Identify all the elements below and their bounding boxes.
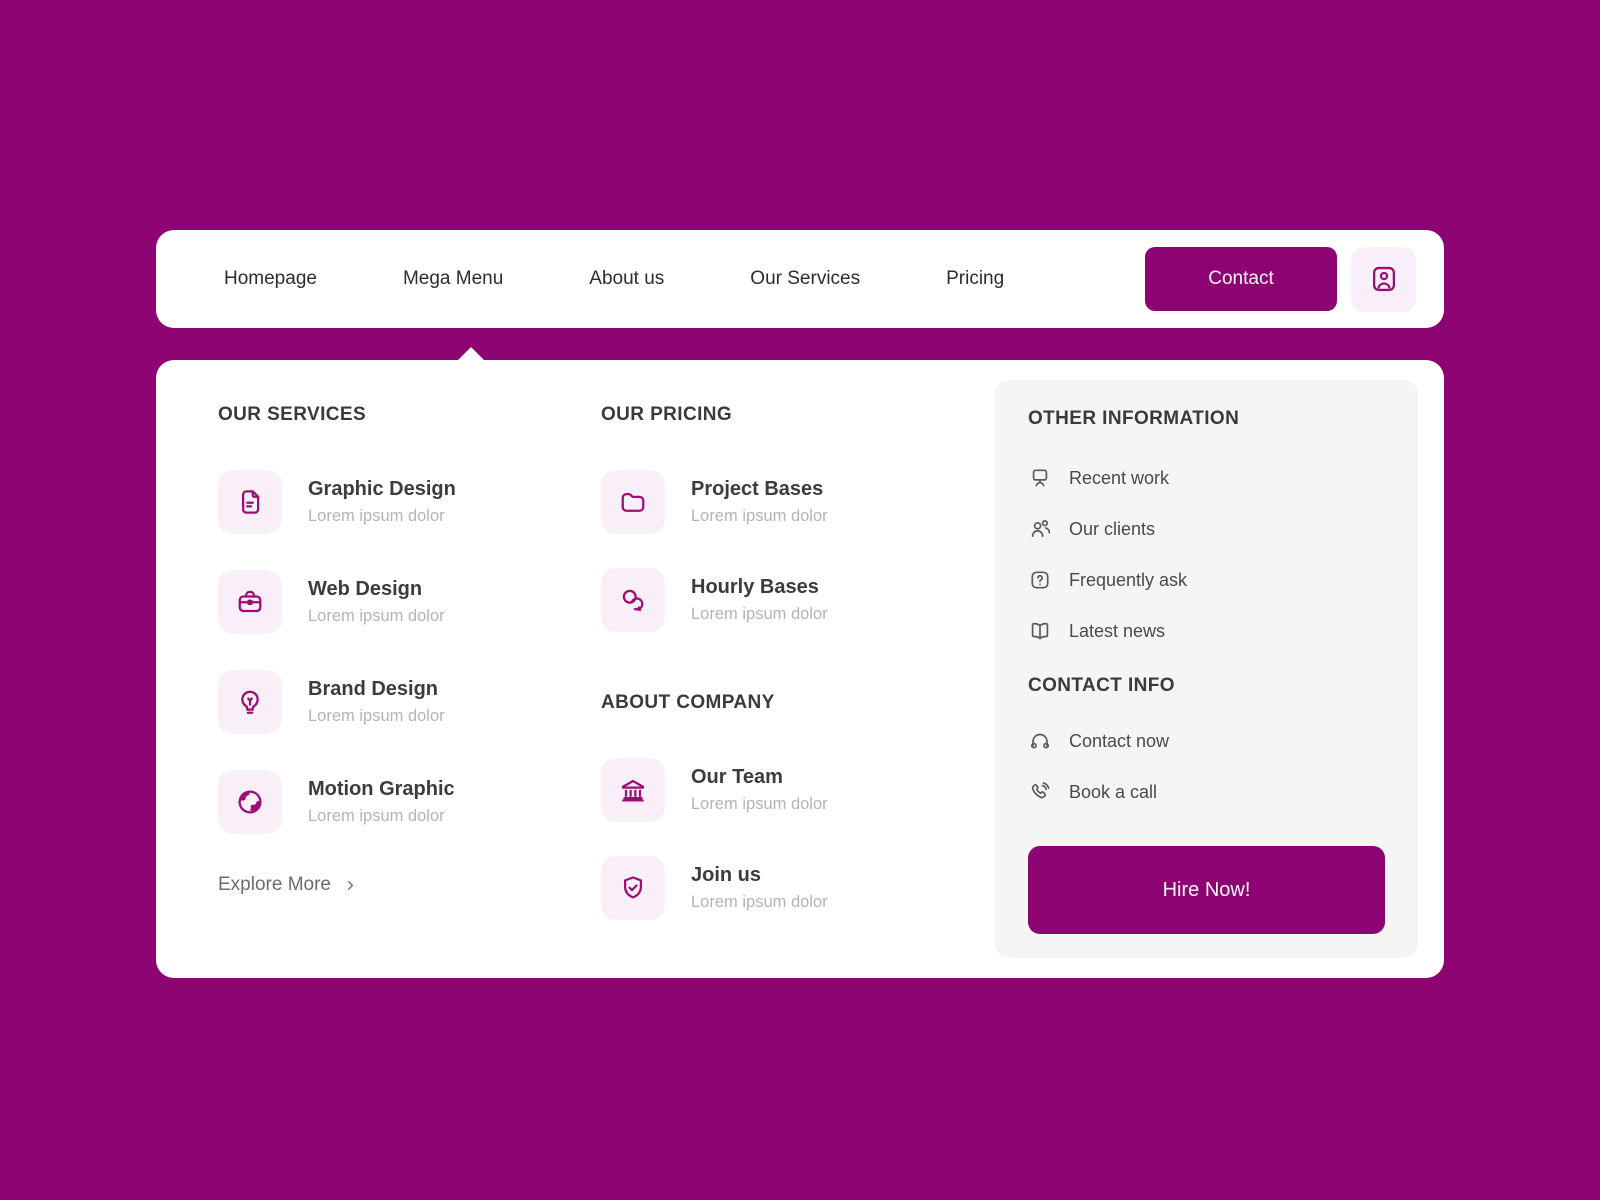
menu-item-text: Web Design Lorem ipsum dolor: [308, 578, 445, 626]
nav-link-homepage[interactable]: Homepage: [224, 268, 317, 290]
menu-item-subtitle: Lorem ipsum dolor: [308, 507, 445, 525]
open-book-icon: [1028, 619, 1052, 643]
info-link-frequently-ask[interactable]: Frequently ask: [1028, 568, 1385, 592]
company-items: Our Team Lorem ipsum dolor Join us Lorem…: [601, 758, 961, 920]
menu-pointer-arrow: [457, 347, 485, 361]
chevron-right-icon: [343, 878, 358, 893]
menu-item-our-team[interactable]: Our Team Lorem ipsum dolor: [601, 758, 961, 822]
headphones-icon: [1028, 729, 1052, 753]
menu-item-brand-design[interactable]: Brand Design Lorem ipsum dolor: [218, 670, 568, 734]
info-link-label: Our clients: [1069, 518, 1156, 539]
question-box-icon: [1028, 568, 1052, 592]
menu-item-join-us[interactable]: Join us Lorem ipsum dolor: [601, 856, 961, 920]
menu-item-hourly-bases[interactable]: Hourly Bases Lorem ipsum dolor: [601, 568, 961, 632]
lightbulb-icon: [218, 670, 282, 734]
nav-link-mega-menu[interactable]: Mega Menu: [403, 268, 503, 290]
menu-item-title: Web Design: [308, 578, 423, 600]
menu-item-text: Hourly Bases Lorem ipsum dolor: [691, 576, 828, 624]
briefcase-icon: [218, 570, 282, 634]
menu-item-subtitle: Lorem ipsum dolor: [691, 795, 828, 813]
menu-item-title: Motion Graphic: [308, 778, 455, 800]
explore-more-label: Explore More: [218, 874, 331, 895]
nav-link-pricing[interactable]: Pricing: [946, 268, 1004, 290]
menu-item-subtitle: Lorem ipsum dolor: [691, 605, 828, 623]
menu-item-graphic-design[interactable]: Graphic Design Lorem ipsum dolor: [218, 470, 568, 534]
menu-item-title: Graphic Design: [308, 478, 456, 500]
menu-item-subtitle: Lorem ipsum dolor: [691, 893, 828, 911]
info-link-latest-news[interactable]: Latest news: [1028, 619, 1385, 643]
mega-menu-panel: OUR SERVICES Graphic Design Lorem ipsum …: [156, 347, 1444, 978]
menu-item-title: Project Bases: [691, 478, 824, 500]
services-section-title: OUR SERVICES: [218, 404, 367, 425]
menu-item-motion-graphic[interactable]: Motion Graphic Lorem ipsum dolor: [218, 770, 568, 834]
info-panel: OTHER INFORMATION Recent work Our client…: [995, 380, 1418, 958]
globe-icon: [218, 770, 282, 834]
menu-item-subtitle: Lorem ipsum dolor: [308, 607, 445, 625]
menu-item-subtitle: Lorem ipsum dolor: [691, 507, 828, 525]
menu-item-title: Our Team: [691, 766, 783, 788]
menu-item-title: Join us: [691, 864, 762, 886]
explore-more-link[interactable]: Explore More: [218, 874, 568, 896]
workstation-icon: [1028, 466, 1052, 490]
menu-item-title: Hourly Bases: [691, 576, 819, 598]
menu-item-subtitle: Lorem ipsum dolor: [308, 807, 445, 825]
shield-check-icon: [601, 856, 665, 920]
pricing-items: Project Bases Lorem ipsum dolor Hourly B…: [601, 470, 961, 632]
info-link-book-a-call[interactable]: Book a call: [1028, 780, 1385, 804]
info-link-label: Frequently ask: [1069, 569, 1188, 590]
top-navbar: Homepage Mega Menu About us Our Services…: [156, 230, 1444, 328]
nav-link-about-us[interactable]: About us: [589, 268, 664, 290]
menu-item-text: Join us Lorem ipsum dolor: [691, 864, 828, 912]
other-info-links: Recent work Our clients Frequently ask L…: [1028, 466, 1385, 643]
info-link-our-clients[interactable]: Our clients: [1028, 517, 1385, 541]
menu-item-title: Brand Design: [308, 678, 439, 700]
contact-button[interactable]: Contact: [1145, 247, 1337, 311]
company-section-title: ABOUT COMPANY: [601, 692, 775, 713]
info-link-label: Book a call: [1069, 781, 1158, 802]
bank-building-icon: [601, 758, 665, 822]
phone-ring-icon: [1028, 780, 1052, 804]
contact-info-links: Contact now Book a call: [1028, 729, 1385, 804]
pricing-company-column: OUR PRICING Project Bases Lorem ipsum do…: [601, 404, 961, 920]
chat-bubbles-icon: [601, 568, 665, 632]
account-button[interactable]: [1351, 246, 1416, 312]
hire-now-button[interactable]: Hire Now!: [1028, 846, 1385, 934]
menu-item-web-design[interactable]: Web Design Lorem ipsum dolor: [218, 570, 568, 634]
services-items: Graphic Design Lorem ipsum dolor Web Des…: [218, 470, 568, 834]
user-card-icon: [1368, 263, 1400, 295]
pricing-section-title: OUR PRICING: [601, 404, 733, 425]
users-icon: [1028, 517, 1052, 541]
info-link-label: Contact now: [1069, 730, 1170, 751]
menu-item-text: Graphic Design Lorem ipsum dolor: [308, 478, 456, 526]
other-info-section-title: OTHER INFORMATION: [1028, 408, 1240, 429]
nav-link-our-services[interactable]: Our Services: [750, 268, 860, 290]
contact-info-section-title: CONTACT INFO: [1028, 675, 1175, 696]
file-document-icon: [218, 470, 282, 534]
menu-item-text: Motion Graphic Lorem ipsum dolor: [308, 778, 455, 826]
menu-item-text: Brand Design Lorem ipsum dolor: [308, 678, 445, 726]
menu-item-text: Project Bases Lorem ipsum dolor: [691, 478, 828, 526]
menu-item-subtitle: Lorem ipsum dolor: [308, 707, 445, 725]
info-link-label: Latest news: [1069, 620, 1166, 641]
info-link-recent-work[interactable]: Recent work: [1028, 466, 1385, 490]
page-background: Homepage Mega Menu About us Our Services…: [0, 0, 1600, 1200]
info-link-label: Recent work: [1069, 467, 1170, 488]
nav-links: Homepage Mega Menu About us Our Services…: [224, 268, 1004, 290]
menu-item-project-bases[interactable]: Project Bases Lorem ipsum dolor: [601, 470, 961, 534]
info-link-contact-now[interactable]: Contact now: [1028, 729, 1385, 753]
folder-icon: [601, 470, 665, 534]
services-column: OUR SERVICES Graphic Design Lorem ipsum …: [218, 404, 568, 896]
menu-item-text: Our Team Lorem ipsum dolor: [691, 766, 828, 814]
